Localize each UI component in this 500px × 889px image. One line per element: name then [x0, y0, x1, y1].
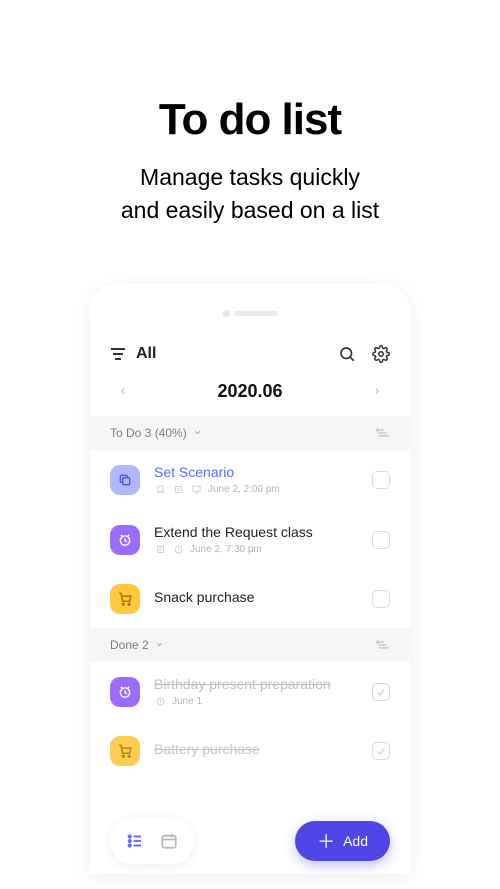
- document-icon: [110, 465, 140, 495]
- section-header-done[interactable]: Done 2: [90, 628, 410, 662]
- note-icon: [154, 544, 166, 556]
- search-icon[interactable]: [338, 345, 356, 363]
- bookmark-icon: [154, 484, 166, 496]
- bottom-bar: ＋ Add: [90, 808, 410, 874]
- hero-subtitle: Manage tasks quickly and easily based on…: [0, 161, 500, 228]
- task-checkbox-checked[interactable]: [372, 742, 390, 760]
- filter-icon[interactable]: [110, 346, 126, 362]
- task-meta: June 1: [154, 696, 358, 708]
- add-button-label: Add: [343, 833, 368, 849]
- section-header-todo[interactable]: To Do 3 (40%): [90, 416, 410, 450]
- sort-icon[interactable]: [376, 426, 390, 440]
- cart-icon: [110, 584, 140, 614]
- task-checkbox[interactable]: [372, 590, 390, 608]
- task-title: Extend the Request class: [154, 524, 358, 540]
- chevron-left-icon[interactable]: [118, 386, 128, 396]
- gear-icon[interactable]: [372, 345, 390, 363]
- clock-icon: [110, 677, 140, 707]
- task-row[interactable]: Snack purchase: [90, 570, 410, 628]
- clock-small-icon: [154, 696, 166, 708]
- app-header: All: [90, 335, 410, 373]
- sort-icon[interactable]: [376, 638, 390, 652]
- cart-icon: [110, 736, 140, 766]
- notify-icon: [190, 484, 202, 496]
- calendar-view-icon[interactable]: [160, 832, 178, 850]
- clock-icon: [110, 525, 140, 555]
- task-row[interactable]: Extend the Request class June 2, 7:30 pm: [90, 510, 410, 570]
- date-title[interactable]: 2020.06: [217, 381, 282, 402]
- note-icon: [172, 484, 184, 496]
- chevron-down-icon: [155, 640, 164, 649]
- hero-title: To do list: [0, 95, 500, 145]
- task-row[interactable]: Battery purchase: [90, 722, 410, 780]
- list-view-icon[interactable]: [126, 832, 144, 850]
- task-title: Set Scenario: [154, 464, 358, 480]
- chevron-right-icon[interactable]: [372, 386, 382, 396]
- task-checkbox[interactable]: [372, 531, 390, 549]
- task-row[interactable]: Set Scenario June 2, 2:00 pm: [90, 450, 410, 510]
- clock-small-icon: [172, 544, 184, 556]
- view-toggle: [110, 818, 194, 864]
- section-title-label: To Do 3 (40%): [110, 426, 187, 440]
- page-indicator: [90, 284, 410, 335]
- date-navigator: 2020.06: [90, 373, 410, 416]
- task-title: Birthday present preparation: [154, 676, 358, 692]
- task-title: Snack purchase: [154, 589, 358, 605]
- plus-icon: ＋: [317, 828, 335, 854]
- task-row[interactable]: Birthday present preparation June 1: [90, 662, 410, 722]
- task-meta: June 2, 7:30 pm: [154, 544, 358, 556]
- section-title-label: Done 2: [110, 638, 149, 652]
- task-checkbox-checked[interactable]: [372, 683, 390, 701]
- chevron-down-icon: [193, 428, 202, 437]
- task-meta: June 2, 2:00 pm: [154, 484, 358, 496]
- task-title: Battery purchase: [154, 741, 358, 757]
- phone-frame: All 2020.06 To Do 3 (40%): [90, 284, 410, 874]
- task-checkbox[interactable]: [372, 471, 390, 489]
- add-button[interactable]: ＋ Add: [295, 821, 390, 861]
- filter-label[interactable]: All: [136, 345, 338, 363]
